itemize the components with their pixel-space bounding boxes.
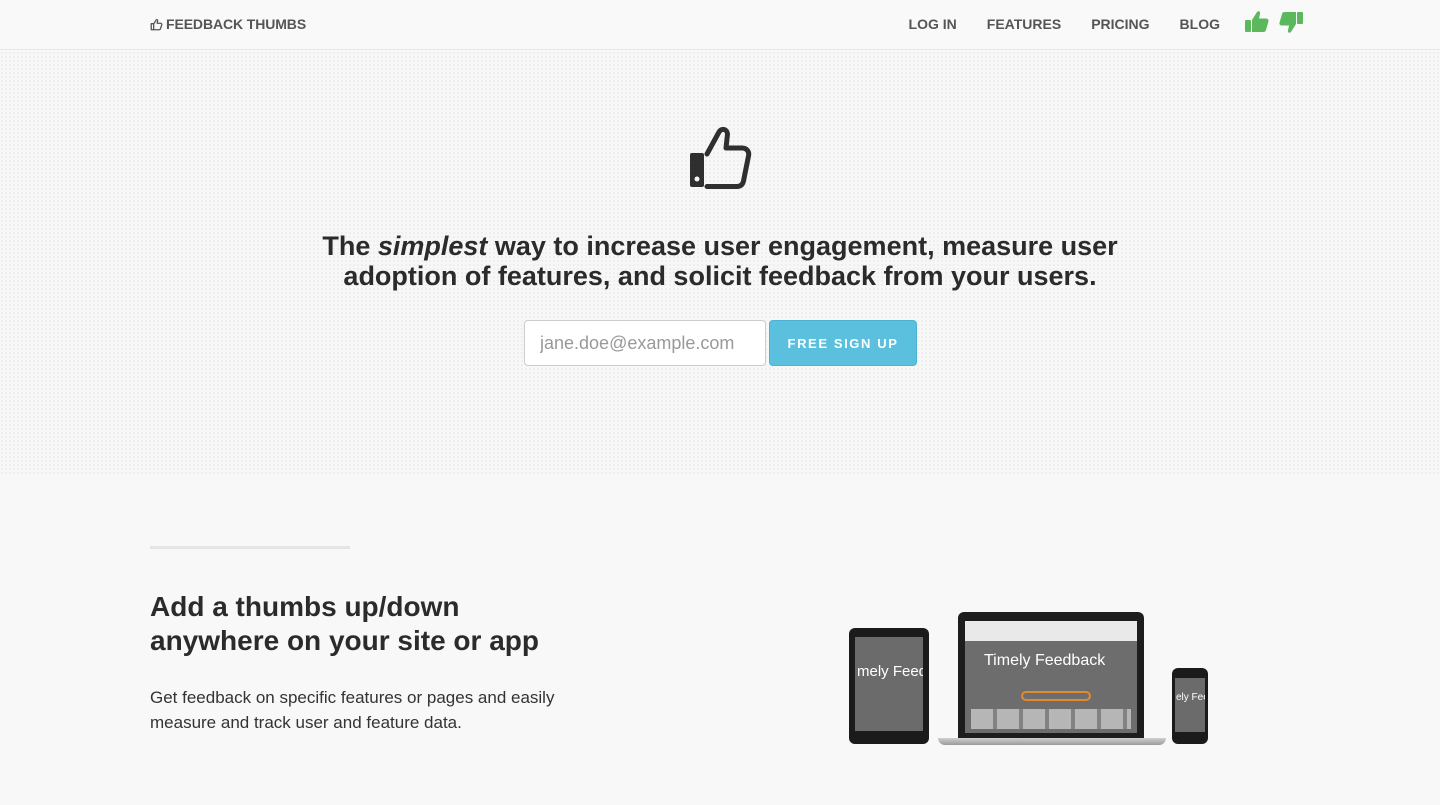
laptop-screen: Timely Feedback bbox=[965, 621, 1137, 733]
hero-headline: The simplest way to increase user engage… bbox=[290, 231, 1150, 291]
nav-link-pricing[interactable]: PRICING bbox=[1091, 16, 1149, 32]
nav-links: LOG IN FEATURES PRICING BLOG bbox=[909, 16, 1220, 32]
nav-link-blog[interactable]: BLOG bbox=[1180, 16, 1220, 32]
thumbs-down-icon bbox=[1279, 12, 1303, 33]
laptop-base bbox=[938, 738, 1166, 745]
brand-name: FEEDBACK THUMBS bbox=[166, 16, 307, 32]
tablet-screen-text: mely Feedb bbox=[857, 663, 923, 680]
thumbs-up-hero-icon bbox=[690, 126, 752, 189]
highlight-oval bbox=[1021, 691, 1091, 701]
devices-illustration: mely Feedb Timely Feedback ely Fee bbox=[846, 608, 1212, 754]
feedback-thumbs-widget bbox=[1244, 9, 1304, 35]
headline-part-1: The bbox=[322, 231, 378, 261]
tablet-screen: mely Feedb bbox=[855, 637, 923, 731]
thumbs-up-button[interactable] bbox=[1244, 9, 1270, 35]
thumbs-up-icon bbox=[1245, 11, 1269, 32]
phone-screen: ely Fee bbox=[1175, 678, 1205, 732]
headline-emphasis: simplest bbox=[377, 231, 488, 261]
feature-heading: Add a thumbs up/down anywhere on your si… bbox=[150, 591, 539, 656]
brand-logo-link[interactable]: FEEDBACK THUMBS bbox=[150, 16, 306, 32]
phone-device: ely Fee bbox=[1172, 668, 1208, 744]
screen-tiles bbox=[971, 709, 1131, 729]
email-input[interactable] bbox=[524, 320, 766, 366]
phone-screen-text: ely Fee bbox=[1176, 692, 1205, 703]
nav-link-features[interactable]: FEATURES bbox=[987, 16, 1061, 32]
feature-description: Get feedback on specific features or pag… bbox=[150, 688, 555, 732]
laptop-screen-text: Timely Feedback bbox=[984, 652, 1106, 669]
section-divider bbox=[150, 546, 350, 549]
thumbs-down-button[interactable] bbox=[1278, 9, 1304, 35]
free-signup-button[interactable]: FREE SIGN UP bbox=[769, 320, 917, 366]
hero-section: The simplest way to increase user engage… bbox=[0, 51, 1440, 475]
top-navbar: FEEDBACK THUMBS LOG IN FEATURES PRICING … bbox=[0, 0, 1440, 50]
tablet-device: mely Feedb bbox=[849, 628, 929, 744]
nav-link-login[interactable]: LOG IN bbox=[909, 16, 957, 32]
thumbs-up-outline-icon bbox=[150, 18, 163, 30]
laptop-device: Timely Feedback bbox=[958, 612, 1144, 738]
laptop-screen-header bbox=[965, 621, 1137, 641]
signup-form: FREE SIGN UP bbox=[524, 320, 917, 366]
